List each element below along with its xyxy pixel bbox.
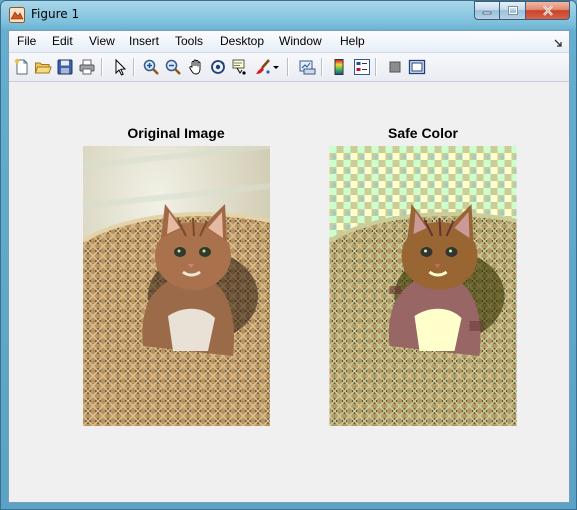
menu-file[interactable]: File [17,34,36,48]
menu-view[interactable]: View [89,34,115,48]
safe-color-image[interactable] [329,146,517,426]
rotate-3d-icon [211,60,225,74]
menu-tools[interactable]: Tools [175,34,203,48]
dock-arrow-icon[interactable] [553,35,563,47]
menu-window[interactable]: Window [279,34,322,48]
edit-plot-icon [115,58,127,76]
link-plot-icon [299,60,316,75]
show-plot-tools-button[interactable] [407,57,427,77]
open-file-button[interactable] [33,57,53,77]
zoom-in-icon [143,59,159,75]
window-controls [474,1,570,21]
print-icon [79,59,95,75]
maximize-icon [507,5,518,15]
new-figure-icon [14,58,28,75]
data-cursor-icon [232,59,246,75]
new-figure-button[interactable] [12,57,32,77]
toolbar-separator [321,58,323,76]
axes-title-safe-color: Safe Color [387,125,458,141]
zoom-out-button[interactable] [163,57,183,77]
save-button[interactable] [55,57,75,77]
menu-help[interactable]: Help [340,34,365,48]
colorbar-button[interactable] [329,57,349,77]
pan-icon [189,59,201,75]
print-button[interactable] [77,57,97,77]
zoom-in-button[interactable] [141,57,161,77]
toolbar-separator [375,58,377,76]
link-plot-button[interactable] [297,57,317,77]
hide-plot-tools-button[interactable] [385,57,405,77]
toolbar-separator [101,58,103,76]
edit-plot-button[interactable] [110,57,130,77]
data-cursor-button[interactable] [230,57,250,77]
legend-button[interactable] [352,57,372,77]
brush-icon [256,59,270,74]
toolbar-separator [287,58,289,76]
figure-toolbar [9,53,569,82]
pan-button[interactable] [186,57,206,77]
minimize-button[interactable] [474,1,500,20]
matlab-figure-icon[interactable] [9,7,25,23]
title-bar[interactable]: Figure 1 [1,1,576,29]
window-title: Figure 1 [31,7,80,21]
close-icon [542,5,553,16]
figure-client-area: File Edit View Insert Tools Desktop Wind… [8,30,570,503]
legend-icon [354,59,370,75]
maximize-button[interactable] [500,1,526,20]
toolbar-separator [133,58,135,76]
save-icon [57,59,73,75]
minimize-icon [482,11,492,14]
figure-window: Figure 1 File Edit View Insert Tools Des… [0,0,577,510]
axes-title-original: Original Image [127,125,225,141]
menu-desktop[interactable]: Desktop [220,34,264,48]
open-file-icon [34,62,52,74]
figure-canvas[interactable]: Original Image Safe Color [9,82,569,502]
brush-button[interactable] [253,57,273,77]
menu-edit[interactable]: Edit [52,34,73,48]
colorbar-icon [334,59,344,75]
brush-dropdown-icon [273,66,279,69]
original-image[interactable] [83,146,270,426]
rotate-3d-button[interactable] [208,57,228,77]
brush-dropdown-button[interactable] [271,57,281,77]
menu-insert[interactable]: Insert [129,34,159,48]
close-button[interactable] [526,1,570,20]
hide-plot-tools-icon [389,61,401,73]
show-plot-tools-icon [408,59,426,75]
zoom-out-icon [165,59,181,75]
menu-bar: File Edit View Insert Tools Desktop Wind… [9,31,569,53]
